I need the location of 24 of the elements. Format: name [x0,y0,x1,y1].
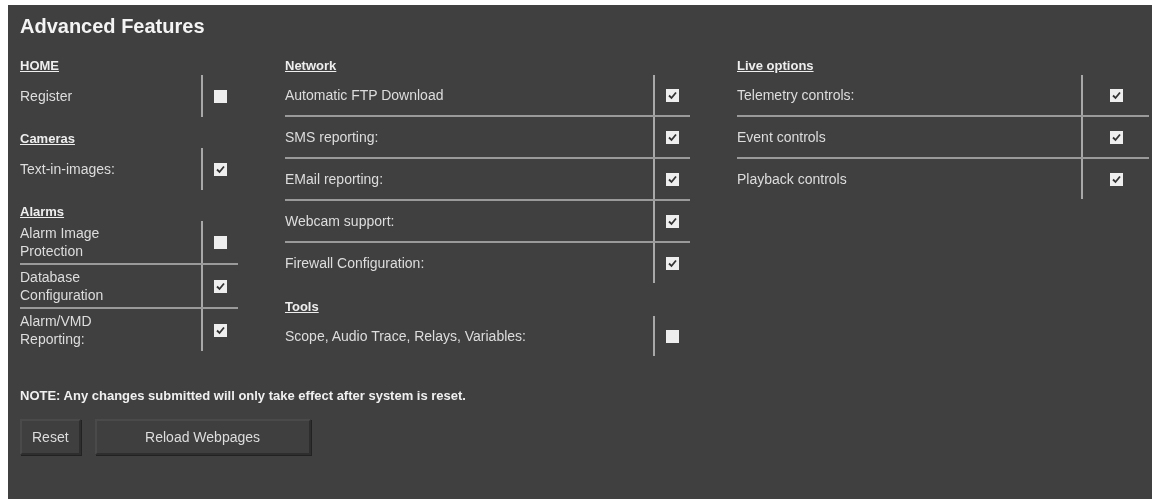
option-label: Register [20,87,74,106]
page-title: Advanced Features [20,15,206,38]
section-heading: Alarms [20,204,65,219]
section-heading: Network [285,58,337,73]
option-label: Database Configuration [20,268,105,305]
reset-button[interactable]: Reset [20,419,81,455]
section-heading: HOME [20,58,59,73]
option-label: EMail reporting: [285,170,385,189]
option-label: Scope, Audio Trace, Relays, Variables: [285,327,527,346]
reload-button[interactable]: Reload Webpages [94,419,311,455]
option-label: Event controls [737,128,827,147]
option-label: SMS reporting: [285,128,380,147]
option-label: Automatic FTP Download [285,86,445,105]
option-label: Alarm Image Protection [20,224,101,261]
option-label: Webcam support: [285,212,396,231]
option-label: Text-in-images: [20,160,116,179]
section-heading: Tools [285,299,319,314]
option-label: Telemetry controls: [737,86,856,105]
option-label: Playback controls [737,170,848,189]
option-label: Alarm/VMD Reporting: [20,312,93,349]
option-label: Firewall Configuration: [285,254,426,273]
note-text: NOTE: Any changes submitted will only take effect after system is reset. [20,388,467,403]
section-heading: Live options [737,58,814,73]
section-heading: Cameras [20,131,75,146]
